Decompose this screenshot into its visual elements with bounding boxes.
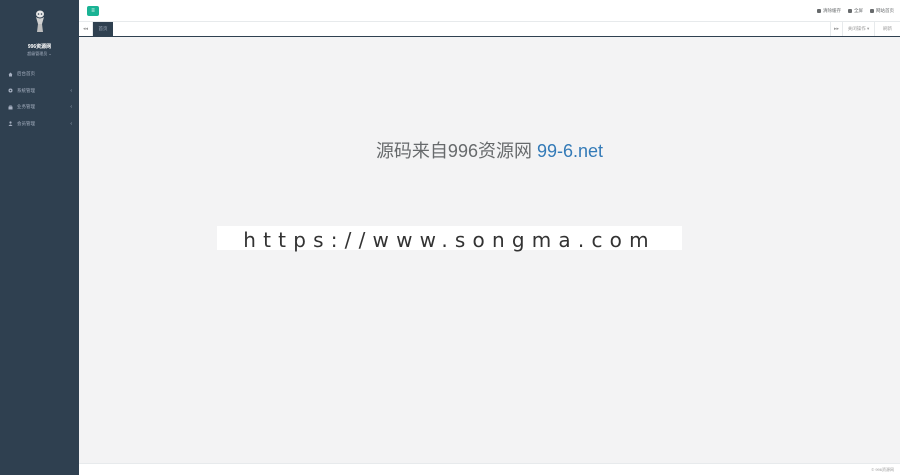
- tab-refresh-button[interactable]: 刷新: [874, 22, 900, 36]
- chevron-left-icon: ‹: [70, 120, 72, 127]
- globe-icon: [870, 9, 874, 13]
- tab-close-options-dropdown[interactable]: 关闭操作 ▾: [842, 22, 874, 36]
- site-name: 996资源网: [27, 44, 52, 50]
- double-chevron-left-icon: ◂◂: [82, 26, 89, 32]
- footer: © 996资源网: [79, 463, 900, 475]
- sidebar-item-label: 系统管理: [17, 87, 35, 93]
- url-watermark-text: https://www.songma.com: [243, 228, 656, 252]
- user-icon: [8, 121, 13, 127]
- copyright-text: © 996资源网: [871, 467, 894, 472]
- watermark-title-text: 源码来自996资源网: [375, 141, 537, 161]
- sidebar-profile: 996资源网 超级管理员 ⌄: [0, 0, 79, 58]
- admin-app: 996资源网 超级管理员 ⌄ 后台首页 系统管理 ‹ 业务管理 ‹ 会员管理 ‹…: [0, 0, 900, 475]
- double-chevron-right-icon: ▸▸: [833, 26, 840, 32]
- top-link-label: 全屏: [854, 8, 863, 13]
- sidebar-item-label: 后台首页: [17, 71, 35, 77]
- user-role-dropdown[interactable]: 超级管理员 ⌄: [0, 51, 79, 57]
- clear-cache-link[interactable]: 清除缓存: [817, 8, 841, 14]
- top-link-label: 清除缓存: [823, 8, 841, 13]
- main-content: 源码来自996资源网 99-6.net https://www.songma.c…: [79, 37, 900, 463]
- tab-bar: ◂◂ 首页 ▸▸ 关闭操作 ▾ 刷新: [79, 22, 900, 37]
- fullscreen-link[interactable]: 全屏: [848, 8, 863, 14]
- chevron-left-icon: ‹: [70, 104, 72, 110]
- tab-scroll-left-button[interactable]: ◂◂: [79, 22, 93, 36]
- sidebar-item-label: 业务管理: [17, 104, 35, 110]
- url-watermark-strip: https://www.songma.com: [217, 226, 682, 252]
- chevron-left-icon: ‹: [70, 87, 72, 94]
- sidebar-item-business[interactable]: 业务管理 ‹: [0, 99, 79, 116]
- home-icon: [8, 72, 13, 77]
- site-home-link[interactable]: 网站首页: [870, 8, 894, 14]
- logo-icon: [35, 10, 44, 32]
- watermark-title-link[interactable]: 99-6.net: [537, 141, 603, 161]
- sidebar-toggle-button[interactable]: ≡: [87, 6, 99, 16]
- sidebar-item-label: 会员管理: [17, 120, 35, 126]
- top-links: 清除缓存 全屏 网站首页: [817, 8, 894, 14]
- trash-icon: [817, 9, 821, 13]
- briefcase-icon: [8, 105, 13, 110]
- tab-refresh-label: 刷新: [883, 26, 892, 31]
- sidebar-item-dashboard[interactable]: 后台首页: [0, 66, 79, 83]
- tab-scroll-right-button[interactable]: ▸▸: [830, 22, 842, 36]
- tab-label: 首页: [98, 26, 108, 31]
- sidebar-menu: 后台首页 系统管理 ‹ 业务管理 ‹ 会员管理 ‹: [0, 66, 79, 132]
- sidebar-item-members[interactable]: 会员管理 ‹: [0, 116, 79, 133]
- fullscreen-icon: [848, 9, 852, 13]
- top-link-label: 网站首页: [876, 8, 894, 13]
- menu-icon: ≡: [91, 8, 95, 14]
- top-navbar: ≡ 清除缓存 全屏 网站首页: [79, 0, 900, 22]
- watermark-title: 源码来自996资源网 99-6.net: [79, 137, 900, 163]
- sidebar: 996资源网 超级管理员 ⌄ 后台首页 系统管理 ‹ 业务管理 ‹ 会员管理 ‹: [0, 0, 79, 475]
- sidebar-item-system[interactable]: 系统管理 ‹: [0, 83, 79, 100]
- tab-close-options-label: 关闭操作 ▾: [847, 26, 870, 31]
- tab-home[interactable]: 首页: [93, 22, 113, 36]
- gear-icon: [8, 88, 13, 93]
